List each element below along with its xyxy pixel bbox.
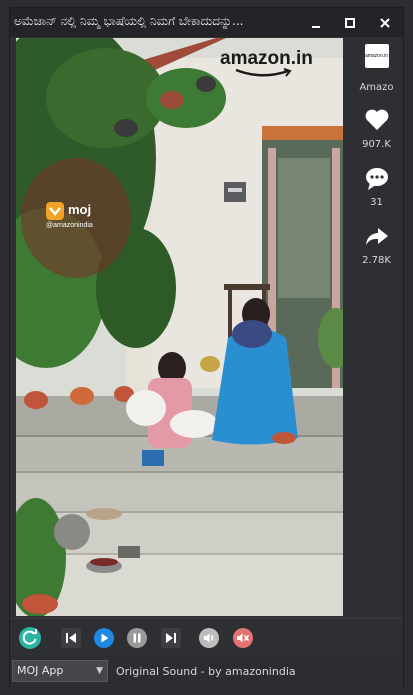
chevron-down-icon: ▼ [96,666,103,676]
comment-count: 31 [370,197,383,208]
video-frame [16,38,343,616]
replay-button[interactable] [18,626,42,650]
mute-button[interactable] [232,627,254,649]
moj-logo-icon [46,202,64,220]
amazon-watermark: amazon.in [220,48,313,69]
play-button[interactable] [93,627,115,649]
window-title: ಅಮೆಜಾನ್ ನಲ್ಲಿ ನಿಮ್ಮ ಭಾಷೆಯಲ್ಲಿ ನಿಮಗೆ ಬೇಕಾ… [14,14,244,28]
like-count: 907.K [362,139,391,150]
footer-bar: MOJ App ▼ Original Sound - by amazonindi… [10,655,403,687]
channel-logo-box: amazon.in [364,44,389,68]
play-icon [94,628,114,648]
moj-badge: moj @amazonindia [46,202,106,234]
title-bar: ಅಮೆಜಾನ್ ನಲ್ಲಿ ನಿಮ್ಮ ಭಾಷೆಯಲ್ಲಿ ನಿಮಗೆ ಬೇಕಾ… [10,8,403,37]
moj-label: moj [68,202,92,217]
maximize-button[interactable] [338,12,362,34]
comment-button[interactable] [350,166,403,196]
sound-caption: Original Sound - by amazonindia [116,665,296,678]
app-window: ಅಮೆಜಾನ್ ನಲ್ಲಿ ನಿಮ್ಮ ಭಾಷೆಯಲ್ಲಿ ನಿಮಗೆ ಬೇಕಾ… [9,7,404,687]
channel-logo[interactable]: amazon.in [350,44,403,68]
minimize-icon [312,26,320,28]
moj-handle: @amazonindia [46,222,93,229]
engagement-sidebar: amazon.in Amazo 907.K 31 2.78K [350,38,403,616]
comment-icon [365,168,388,190]
pause-icon [127,628,147,648]
amazon-smile-icon [235,68,292,77]
skip-forward-button[interactable] [160,627,182,649]
refresh-icon [19,627,41,649]
source-select[interactable]: MOJ App ▼ [12,660,108,682]
volume-button[interactable] [198,627,220,649]
channel-name: Amazo [359,82,394,93]
player-controls [10,618,403,655]
skip-back-button[interactable] [60,627,82,649]
close-button[interactable] [373,12,397,34]
share-count: 2.78K [362,255,391,266]
source-select-value: MOJ App [17,664,64,677]
video-player[interactable]: amazon.in moj @amazonindia [16,38,343,616]
mute-icon [233,628,253,648]
maximize-icon [345,18,355,28]
pause-button[interactable] [126,627,148,649]
minimize-button[interactable] [304,12,328,34]
skip-back-icon [61,628,81,648]
channel-logo-text: amazon.in [364,53,389,59]
share-button[interactable] [350,226,403,252]
skip-forward-icon [161,628,181,648]
heart-icon [365,109,388,130]
share-icon [365,228,388,245]
like-button[interactable] [350,108,403,136]
volume-icon [199,628,219,648]
close-icon [380,18,390,28]
